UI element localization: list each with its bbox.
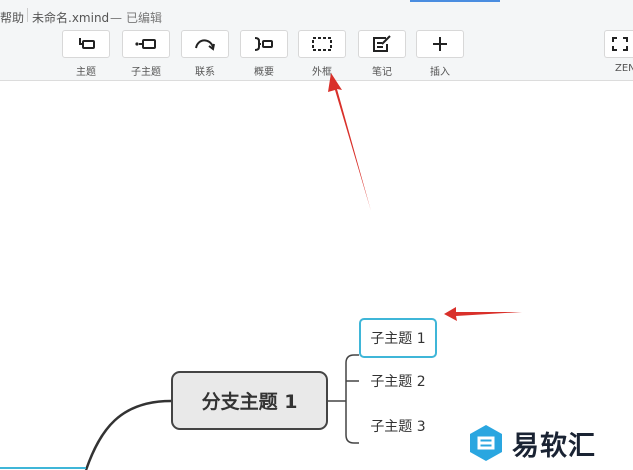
zen-button-frame[interactable] [604, 30, 633, 58]
summary-button[interactable]: 概要 [240, 30, 288, 78]
subtopic-button[interactable]: 子主题 [122, 30, 170, 78]
topic-button-frame[interactable] [62, 30, 110, 58]
subtopic-icon [135, 39, 156, 49]
active-indicator-line [410, 0, 500, 2]
summary-icon [254, 37, 273, 51]
title-separator [27, 8, 28, 22]
zen-button[interactable]: ZEN [601, 30, 633, 78]
subtopic-node-2[interactable]: 子主题 2 [359, 361, 437, 401]
relationship-icon [195, 39, 215, 51]
topic-button[interactable]: 主题 [62, 30, 110, 78]
relationship-button[interactable]: 联系 [181, 30, 229, 78]
document-filename: 未命名.xmind [32, 11, 110, 25]
menu-help[interactable]: 帮助 [0, 9, 24, 26]
plus-icon [433, 37, 447, 51]
toolbar: 主题 子主题 联系 概要 外框 笔记 插入 ZEN [0, 30, 633, 81]
summary-button-label: 概要 [254, 67, 274, 78]
boundary-icon [312, 37, 332, 51]
note-icon [373, 35, 391, 52]
relationship-button-label: 联系 [195, 67, 215, 78]
subtopic-node-1[interactable]: 子主题 1 [359, 318, 437, 358]
watermark-text: 易软汇 [512, 430, 596, 462]
topic-button-label: 主题 [76, 67, 96, 78]
relationship-button-frame[interactable] [181, 30, 229, 58]
edit-status: — 已编辑 [110, 9, 162, 26]
subtopic-node-3[interactable]: 子主题 3 [359, 406, 437, 446]
boundary-button-frame[interactable] [298, 30, 346, 58]
note-button-frame[interactable] [358, 30, 406, 58]
zen-button-label: ZEN [615, 63, 633, 74]
title-bar: 帮助 未命名.xmind — 已编辑 [0, 0, 633, 30]
watermark-logo: 易软汇 [468, 423, 633, 463]
subtopic-button-frame[interactable] [122, 30, 170, 58]
boundary-button-label: 外框 [312, 67, 332, 78]
status-text: 已编辑 [126, 11, 163, 25]
status-dash: — [110, 11, 122, 25]
insert-button[interactable]: 插入 [416, 30, 464, 78]
insert-button-label: 插入 [430, 67, 450, 78]
zen-icon [612, 37, 628, 51]
summary-button-frame[interactable] [240, 30, 288, 58]
note-button[interactable]: 笔记 [358, 30, 406, 78]
note-button-label: 笔记 [372, 67, 392, 78]
subtopic-button-label: 子主题 [131, 67, 161, 78]
topic-icon [79, 38, 95, 49]
branch-topic-node[interactable]: 分支主题 1 [171, 371, 328, 430]
boundary-button[interactable]: 外框 [298, 30, 346, 78]
insert-button-frame[interactable] [416, 30, 464, 58]
hexagon-logo-icon [470, 425, 502, 461]
